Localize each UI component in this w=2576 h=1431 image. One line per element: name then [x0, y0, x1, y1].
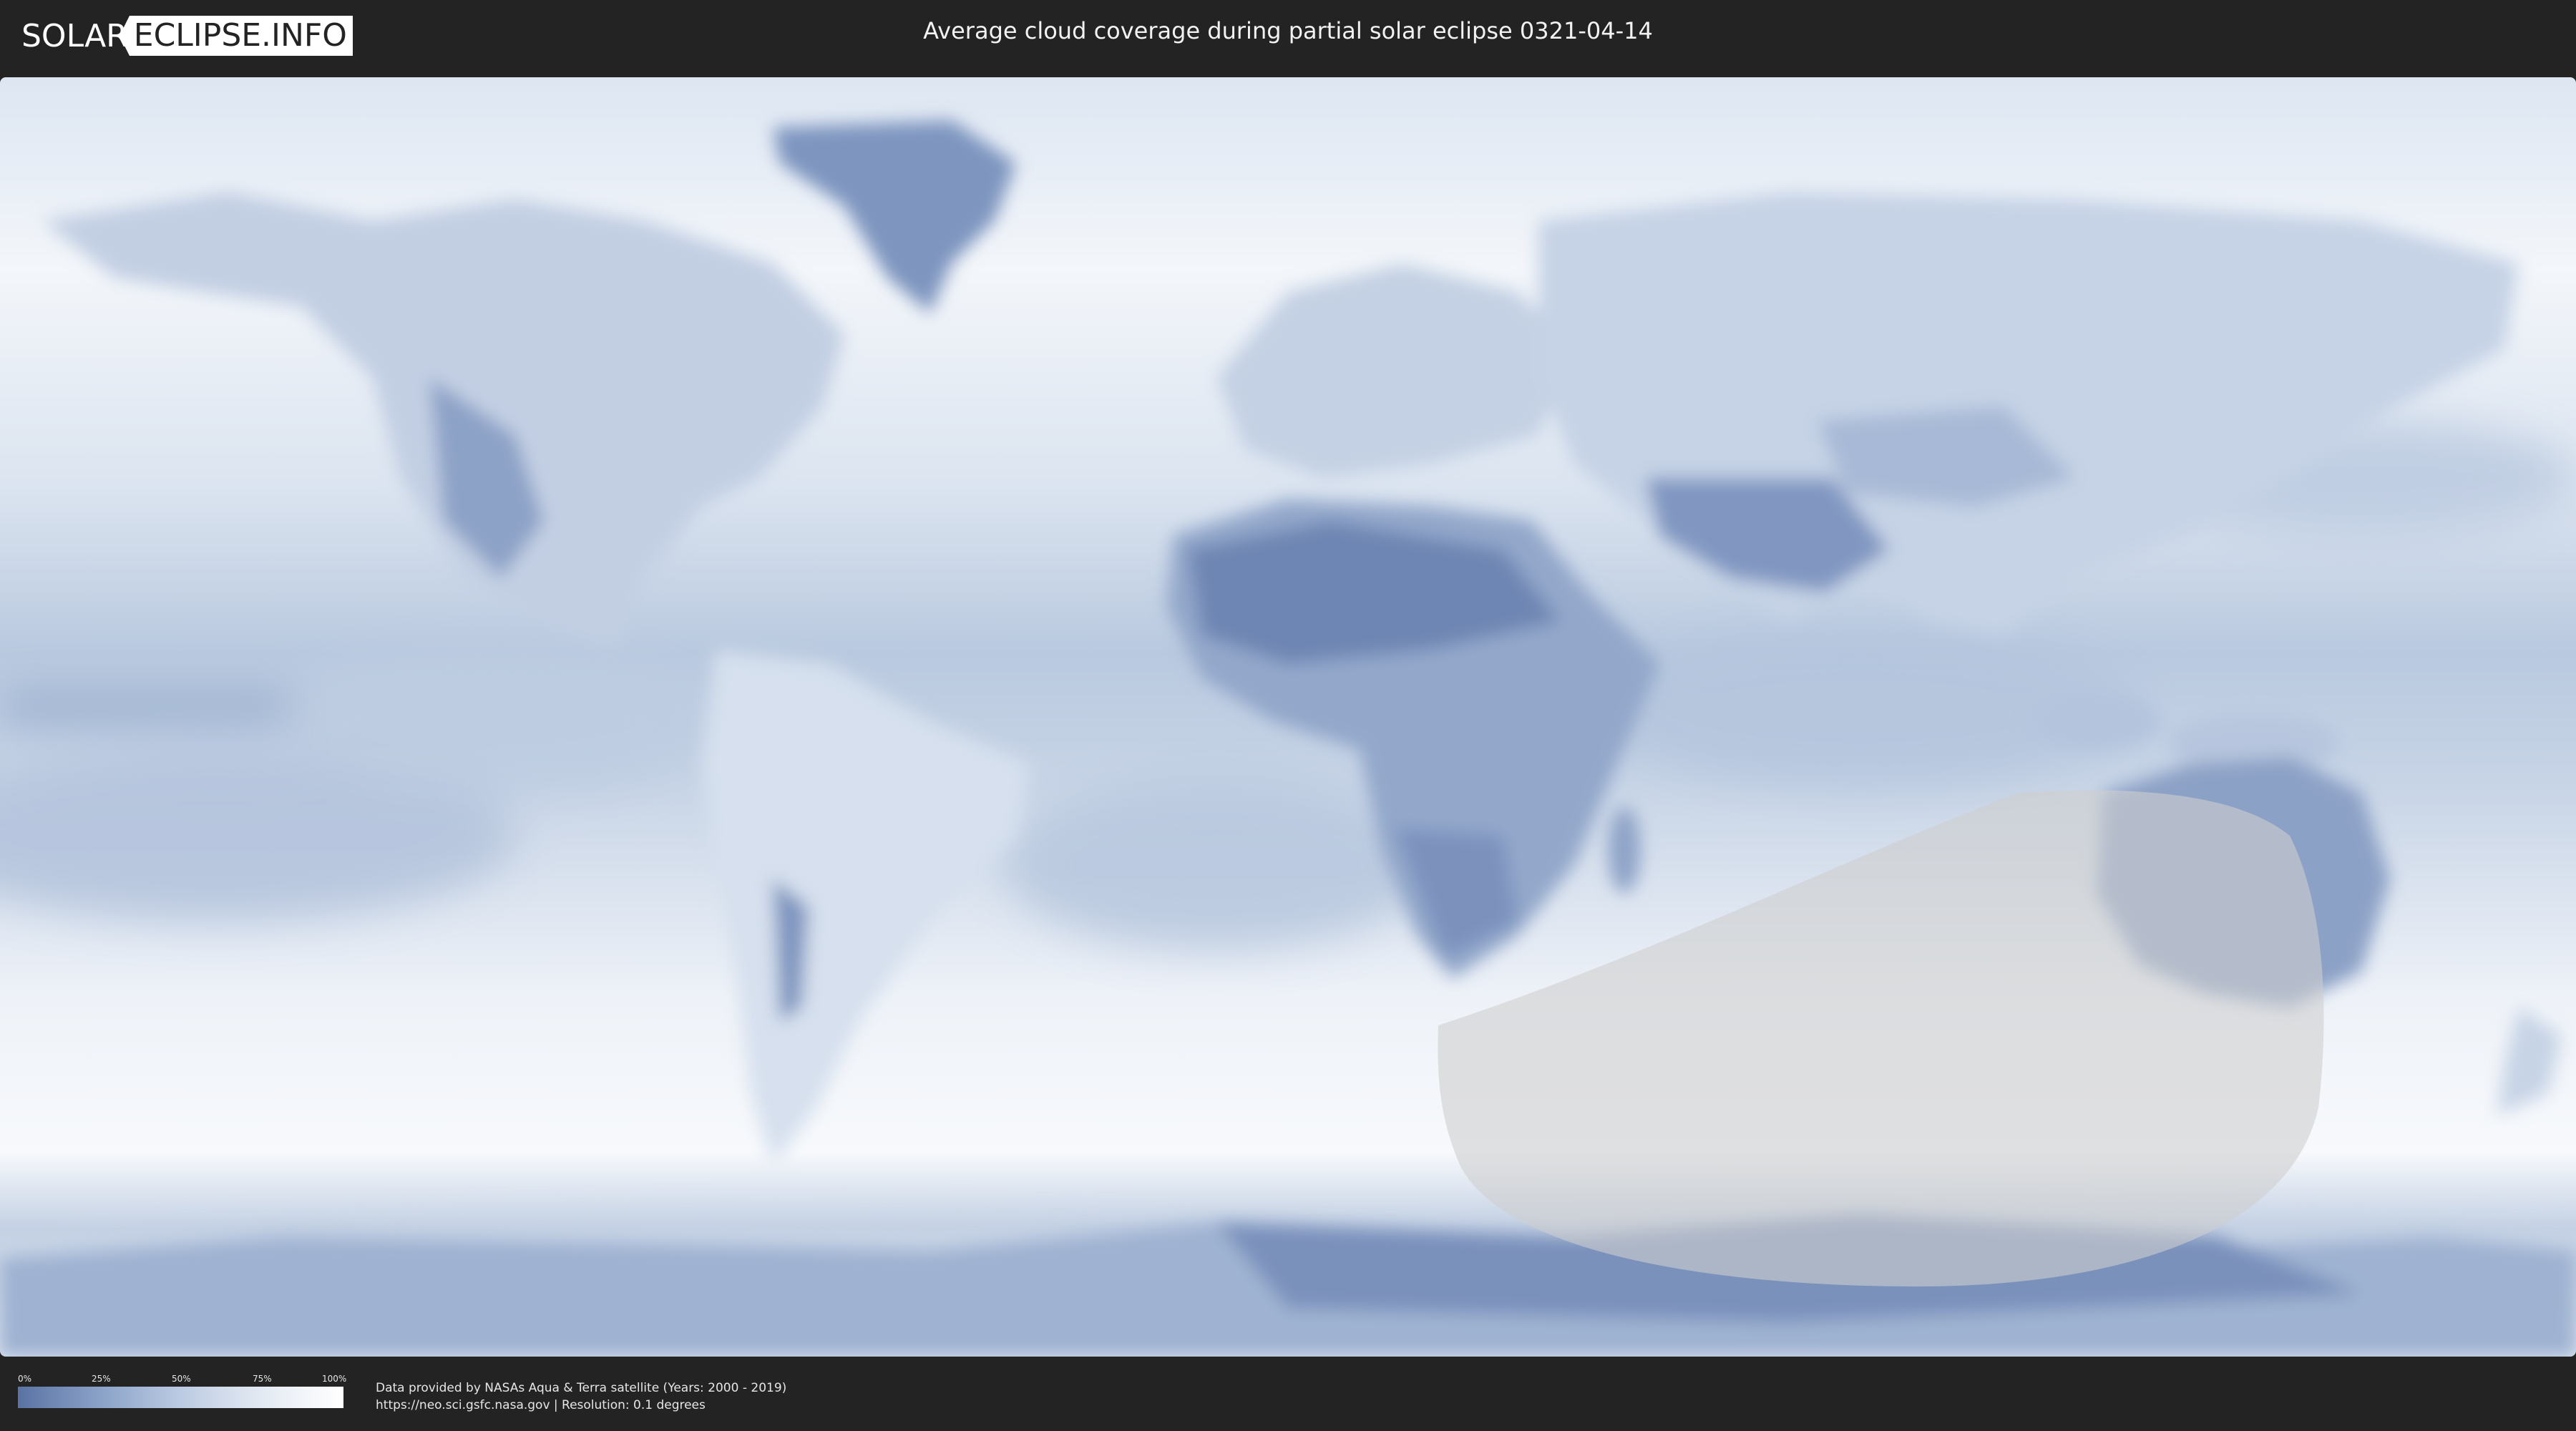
cloud-coverage-legend: 0% 25% 50% 75% 100%	[18, 1374, 347, 1408]
data-credits: Data provided by NASAs Aqua & Terra sate…	[376, 1379, 786, 1414]
page: SOLAR ECLIPSE.INFO Average cloud coverag…	[0, 0, 2576, 1431]
legend-color-bar	[18, 1387, 343, 1408]
page-title: Average cloud coverage during partial so…	[923, 17, 1653, 44]
legend-tick-0: 0%	[18, 1374, 32, 1384]
legend-tick-labels: 0% 25% 50% 75% 100%	[18, 1374, 347, 1385]
legend-tick-50: 50%	[172, 1374, 191, 1384]
legend-tick-100: 100%	[322, 1374, 347, 1384]
legend-tick-25: 25%	[92, 1374, 111, 1384]
header-bar: SOLAR ECLIPSE.INFO Average cloud coverag…	[0, 0, 2576, 72]
footer-bar: 0% 25% 50% 75% 100% Data provided by NAS…	[0, 1358, 2576, 1431]
cloud-coverage-map[interactable]	[0, 77, 2576, 1357]
credit-line-source: Data provided by NASAs Aqua & Terra sate…	[376, 1381, 787, 1395]
legend-tick-75: 75%	[253, 1374, 272, 1384]
world-map-svg	[0, 77, 2576, 1357]
credit-line-url: https://neo.sci.gsfc.nasa.gov | Resoluti…	[376, 1398, 706, 1412]
